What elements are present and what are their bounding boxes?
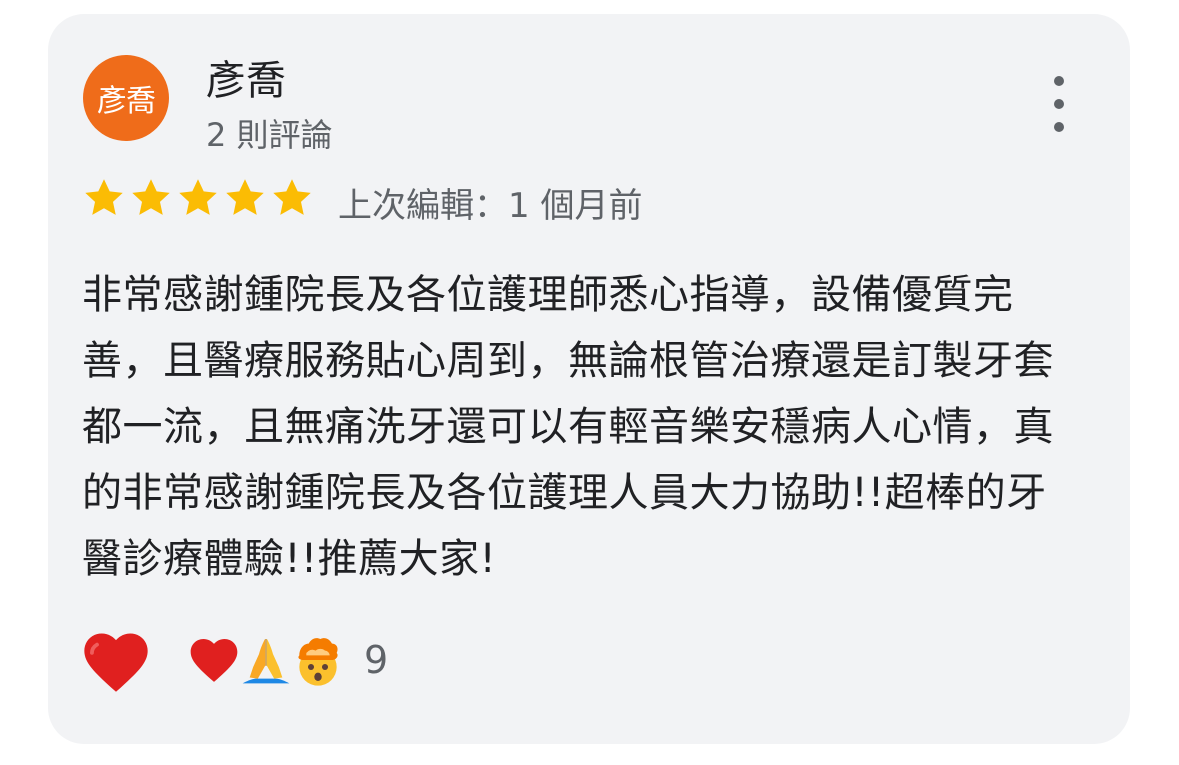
star-icon bbox=[226, 179, 264, 215]
praying-hands-icon bbox=[242, 639, 290, 684]
reactions-summary[interactable]: 9 bbox=[186, 632, 388, 688]
review-text: 非常感謝鍾院長及各位護理師悉心指導，設備優質完善，且醫療服務貼心周到，無論根管治… bbox=[82, 272, 1054, 582]
star-icon bbox=[179, 179, 217, 215]
dot-icon bbox=[1054, 76, 1064, 86]
red-heart-icon bbox=[84, 633, 148, 692]
edited-timestamp: 上次編輯：1 個月前 bbox=[338, 186, 643, 226]
red-heart-icon bbox=[190, 639, 238, 682]
dot-icon bbox=[1054, 122, 1064, 132]
react-heart-button[interactable] bbox=[78, 624, 154, 700]
star-rating bbox=[82, 176, 314, 220]
star-icon bbox=[132, 179, 170, 215]
star-icon bbox=[85, 179, 123, 215]
star-icon bbox=[273, 179, 311, 215]
reviewer-name[interactable]: 彥喬 bbox=[206, 48, 286, 106]
more-options-button[interactable] bbox=[1041, 76, 1077, 132]
dot-icon bbox=[1054, 99, 1064, 109]
exploding-head-icon bbox=[298, 638, 338, 686]
avatar[interactable]: 彥喬 bbox=[83, 55, 169, 141]
review-count[interactable]: 2 則評論 bbox=[206, 110, 333, 156]
reaction-count: 9 bbox=[364, 638, 389, 682]
review-card: 彥喬 彥喬 2 則評論 上次編輯：1 個月前 非常感謝鍾院長及各位護理師悉心指導… bbox=[48, 14, 1130, 744]
avatar-initials: 彥喬 bbox=[97, 84, 156, 119]
